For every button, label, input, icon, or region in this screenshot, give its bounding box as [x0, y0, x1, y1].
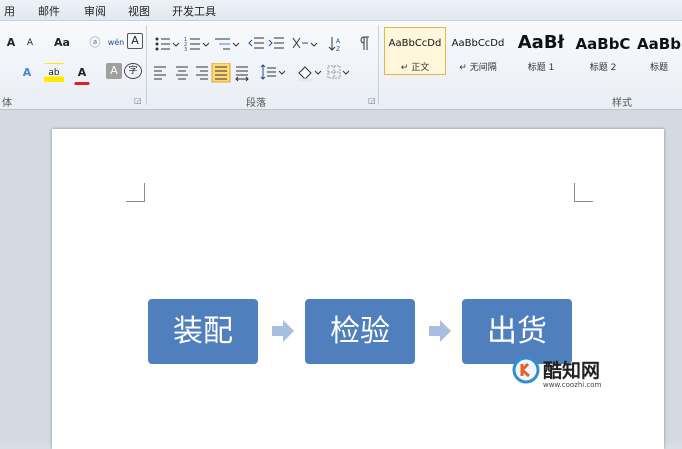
coozhi-watermark: 酷知网 www.coozhi.com	[512, 354, 612, 394]
document-page[interactable]: 装配 检验 出货	[52, 129, 664, 449]
flow-step-box[interactable]: 检验	[305, 299, 415, 364]
style-name: ↵ 正文	[400, 63, 430, 73]
highlight-button[interactable]: ab	[44, 63, 64, 83]
flow-step-box[interactable]: 装配	[148, 299, 258, 364]
align-center-icon[interactable]	[176, 66, 188, 80]
paragraph-toolbar-row2	[154, 63, 350, 83]
menu-developer[interactable]: 开发工具	[172, 3, 216, 19]
paragraph-dialog-launcher-icon[interactable]: ◲	[368, 96, 376, 105]
style-heading-2[interactable]: AaBbC 标题 2	[572, 27, 634, 75]
menu-view[interactable]: 视图	[128, 3, 150, 19]
style-preview: AaBł	[517, 32, 565, 53]
justify-icon[interactable]	[211, 63, 231, 83]
style-preview: AaBbCcDd	[388, 38, 442, 49]
style-name: 标题	[649, 63, 668, 73]
text-effects-button[interactable]: A	[18, 63, 36, 83]
style-name: 标题 1	[527, 63, 555, 73]
style-name: 标题 2	[589, 63, 617, 73]
character-shading-button[interactable]: A	[106, 63, 122, 79]
show-formatting-marks-icon[interactable]	[360, 36, 369, 50]
borders-icon[interactable]	[327, 65, 350, 79]
style-heading-1[interactable]: AaBł 标题 1	[510, 27, 572, 75]
numbering-icon[interactable]: 1 2 3	[184, 37, 210, 53]
phonetic-guide-button[interactable]: wén	[106, 33, 126, 53]
flow-arrow-icon	[272, 320, 294, 342]
watermark-title: 酷知网	[543, 360, 601, 382]
character-border-button[interactable]: A	[127, 33, 143, 49]
styles-group-label: 样式	[612, 98, 632, 109]
change-case-button[interactable]: Aa	[48, 33, 76, 53]
svg-text:3: 3	[184, 47, 187, 53]
document-area: 装配 检验 出货 酷知网 www.coozhi.com	[0, 110, 682, 449]
clear-format-button[interactable]: ⓐ	[86, 33, 104, 53]
shading-icon[interactable]	[298, 66, 322, 82]
menu-bar: 用 邮件 审阅 视图 开发工具	[0, 0, 682, 21]
ribbon: A A Aa ⓐ wén A A ab A A 字 体 ◲ 1 2 3 A Z …	[0, 21, 682, 110]
bullets-icon[interactable]	[155, 37, 180, 51]
menu-mailings[interactable]: 邮件	[38, 3, 60, 19]
watermark-url: www.coozhi.com	[543, 381, 602, 389]
margin-corner-top-right	[574, 183, 593, 202]
decrease-indent-icon[interactable]	[248, 37, 264, 49]
shrink-font-button[interactable]: A	[22, 33, 38, 53]
style-name: ↵ 无间隔	[459, 63, 497, 73]
distributed-icon[interactable]	[235, 66, 249, 82]
grow-font-button[interactable]: A	[2, 33, 20, 53]
paragraph-toolbar-row1: 1 2 3 AZ	[155, 36, 369, 53]
menu-review[interactable]: 审阅	[84, 3, 106, 19]
style-no-spacing[interactable]: AaBbCcDd ↵ 无间隔	[447, 27, 509, 75]
multilevel-list-icon[interactable]	[215, 38, 240, 50]
group-divider	[378, 25, 379, 105]
style-preview: AaBbCcDd	[451, 38, 505, 49]
style-preview: AaBb	[637, 35, 681, 53]
margin-corner-top-left	[126, 183, 145, 202]
svg-text:A: A	[336, 38, 341, 45]
chinese-layout-icon[interactable]	[292, 37, 318, 49]
coozhi-logo-icon	[512, 356, 540, 384]
style-normal[interactable]: AaBbCcDd ↵ 正文	[384, 27, 446, 75]
svg-text:Z: Z	[336, 46, 340, 53]
enclose-characters-button[interactable]: 字	[124, 63, 142, 79]
align-right-icon[interactable]	[196, 66, 208, 80]
font-dialog-launcher-icon[interactable]: ◲	[134, 96, 142, 105]
group-divider	[146, 25, 147, 105]
line-spacing-icon[interactable]	[260, 64, 286, 80]
font-color-button[interactable]: A	[74, 63, 90, 85]
align-left-icon[interactable]	[154, 66, 166, 80]
font-group-label: 体	[2, 98, 12, 109]
menu-use[interactable]: 用	[4, 3, 15, 19]
style-preview: AaBbC	[575, 35, 631, 53]
sort-icon[interactable]: AZ	[328, 37, 341, 53]
flow-arrow-icon	[429, 320, 451, 342]
increase-indent-icon[interactable]	[268, 37, 284, 49]
paragraph-group-label: 段落	[246, 98, 266, 109]
style-title[interactable]: AaBb 标题	[634, 27, 682, 75]
